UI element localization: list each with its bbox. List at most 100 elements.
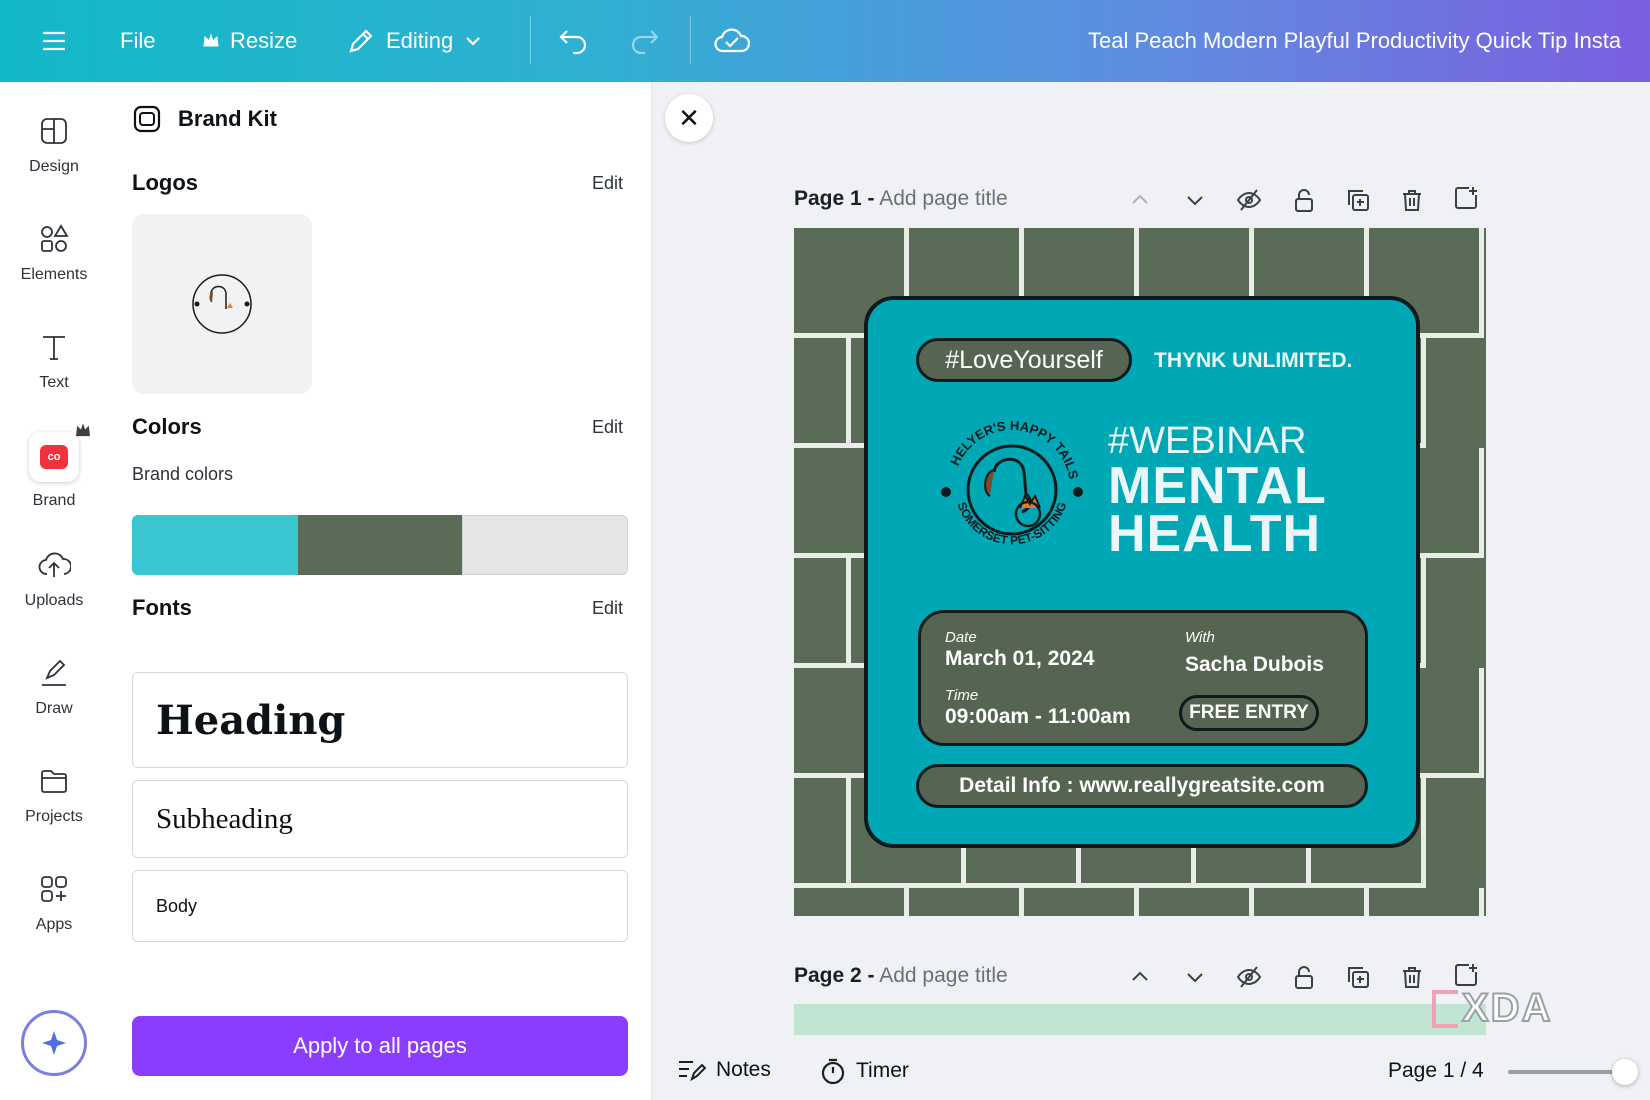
- with-value: Sacha Dubois: [1185, 653, 1324, 676]
- hashtag-pill[interactable]: #LoveYourself: [916, 338, 1132, 382]
- document-title[interactable]: Teal Peach Modern Playful Productivity Q…: [1088, 0, 1621, 82]
- rail-label: Apps: [35, 916, 73, 933]
- page-indicator[interactable]: Page 1 / 4: [1388, 1059, 1484, 1083]
- menu-button[interactable]: [40, 0, 68, 82]
- background-tile: [794, 338, 851, 448]
- redo-icon: [631, 30, 659, 55]
- file-label: File: [120, 28, 156, 53]
- chevron-up-icon[interactable]: [1126, 963, 1154, 991]
- file-menu[interactable]: File: [120, 0, 155, 82]
- uploads-icon: [38, 552, 71, 577]
- panel-title: Brand Kit: [178, 106, 277, 131]
- hide-page-icon[interactable]: [1235, 186, 1263, 214]
- lock-icon[interactable]: [1290, 963, 1318, 991]
- design-canvas[interactable]: #LoveYourself THYNK UNLIMITED. HELYER'S …: [794, 228, 1486, 916]
- brand-colors-label: Brand colors: [132, 464, 234, 484]
- notes-icon: [679, 1061, 706, 1082]
- fonts-heading: Fonts: [132, 595, 192, 620]
- apply-to-all-pages-button[interactable]: Apply to all pages: [132, 1016, 628, 1076]
- brand-kit-panel: Brand Kit Logos Edit Colors Edit Brand c…: [110, 82, 652, 1100]
- font-body-style[interactable]: Body: [132, 870, 628, 942]
- panel-header: Brand Kit: [132, 104, 277, 134]
- hide-page-icon[interactable]: [1235, 963, 1263, 991]
- cloud-check-icon: [714, 28, 750, 53]
- background-tile: [794, 778, 851, 888]
- apps-icon: [41, 876, 67, 902]
- chevron-down-icon: [466, 37, 481, 46]
- logos-heading: Logos: [132, 170, 198, 195]
- webinar-text[interactable]: #WEBINAR: [1108, 422, 1306, 460]
- font-subheading-style[interactable]: Subheading: [132, 780, 628, 858]
- rail-item-projects[interactable]: Projects: [0, 764, 108, 826]
- toolbar-divider: [530, 16, 531, 64]
- background-tile: [1139, 888, 1254, 916]
- rail-item-draw[interactable]: Draw: [0, 656, 108, 718]
- notes-label: Notes: [716, 1058, 771, 1081]
- toolbar-divider: [690, 16, 691, 64]
- headline-health[interactable]: HEALTH: [1108, 508, 1321, 560]
- rail-item-uploads[interactable]: Uploads: [0, 548, 108, 610]
- rail-item-brand[interactable]: co Brand: [0, 424, 108, 510]
- crown-icon: [75, 424, 91, 437]
- close-panel-button[interactable]: ✕: [665, 94, 713, 142]
- redo-button[interactable]: [628, 0, 660, 82]
- text-icon: [43, 336, 65, 360]
- background-tile: [794, 558, 851, 668]
- background-tile: [909, 888, 1024, 916]
- rail-label: Design: [29, 158, 79, 175]
- watermark-text: XDA: [1461, 985, 1553, 1031]
- rail-item-text[interactable]: Text: [0, 330, 108, 392]
- chevron-up-icon[interactable]: [1126, 186, 1154, 214]
- design-icon: [41, 118, 67, 144]
- zoom-slider-thumb[interactable]: [1612, 1059, 1638, 1085]
- color-swatch-teal[interactable]: [132, 515, 298, 575]
- logos-edit-link[interactable]: Edit: [592, 173, 623, 194]
- notes-button[interactable]: Notes: [676, 1057, 771, 1083]
- pet-sitting-logo[interactable]: HELYER'S HAPPY TAILS SOMERSET PET-SITTIN…: [934, 410, 1090, 566]
- resize-button[interactable]: Resize: [202, 0, 297, 82]
- trash-icon[interactable]: [1398, 963, 1426, 991]
- logo-tile[interactable]: [132, 214, 312, 394]
- fonts-edit-link[interactable]: Edit: [592, 598, 623, 619]
- save-status-button[interactable]: [714, 0, 750, 82]
- logo-top-text: HELYER'S HAPPY TAILS: [947, 418, 1081, 481]
- page-2-title-input[interactable]: Add page title: [879, 964, 1007, 987]
- font-heading-style[interactable]: Heading: [132, 672, 628, 768]
- editing-mode-dropdown[interactable]: Editing: [346, 0, 483, 82]
- chevron-down-icon[interactable]: [1181, 186, 1209, 214]
- lock-icon[interactable]: [1290, 186, 1318, 214]
- free-entry-pill: FREE ENTRY: [1179, 695, 1319, 731]
- rail-item-apps[interactable]: Apps: [0, 872, 108, 934]
- timer-button[interactable]: Timer: [820, 1057, 909, 1085]
- page-2-header: Page 2 - Add page title: [794, 964, 1008, 988]
- rail-item-design[interactable]: Design: [0, 114, 108, 176]
- colors-edit-link[interactable]: Edit: [592, 417, 623, 438]
- event-details-box[interactable]: Date March 01, 2024 With Sacha Dubois Ti…: [918, 610, 1368, 746]
- rail-item-elements[interactable]: Elements: [0, 222, 108, 284]
- chevron-down-icon[interactable]: [1181, 963, 1209, 991]
- duplicate-page-icon[interactable]: [1344, 186, 1372, 214]
- undo-button[interactable]: [558, 0, 590, 82]
- detail-info-pill[interactable]: Detail Info : www.reallygreatsite.com: [916, 764, 1368, 808]
- brand-icon: co: [29, 424, 91, 482]
- brand-kit-icon: [133, 105, 161, 133]
- date-value: March 01, 2024: [945, 647, 1095, 670]
- page-1-title-input[interactable]: Add page title: [879, 187, 1007, 210]
- magic-assistant-button[interactable]: [21, 1010, 87, 1076]
- crown-icon: [203, 33, 219, 47]
- add-page-icon[interactable]: [1452, 961, 1480, 989]
- rail-label: Brand: [32, 492, 76, 509]
- rail-label: Uploads: [24, 592, 84, 609]
- add-page-icon[interactable]: [1452, 184, 1480, 212]
- page-1-header: Page 1 - Add page title: [794, 187, 1008, 211]
- zoom-slider-track[interactable]: [1508, 1070, 1628, 1074]
- webinar-card[interactable]: #LoveYourself THYNK UNLIMITED. HELYER'S …: [864, 296, 1420, 848]
- hamburger-icon: [43, 31, 65, 51]
- timer-icon: [821, 1058, 845, 1085]
- top-toolbar: File Resize Editing Teal Peach Modern Pl…: [0, 0, 1650, 82]
- duplicate-page-icon[interactable]: [1344, 963, 1372, 991]
- brand-text[interactable]: THYNK UNLIMITED.: [1154, 349, 1352, 373]
- trash-icon[interactable]: [1398, 186, 1426, 214]
- color-swatch-gray[interactable]: [462, 515, 628, 575]
- color-swatch-green[interactable]: [298, 515, 462, 575]
